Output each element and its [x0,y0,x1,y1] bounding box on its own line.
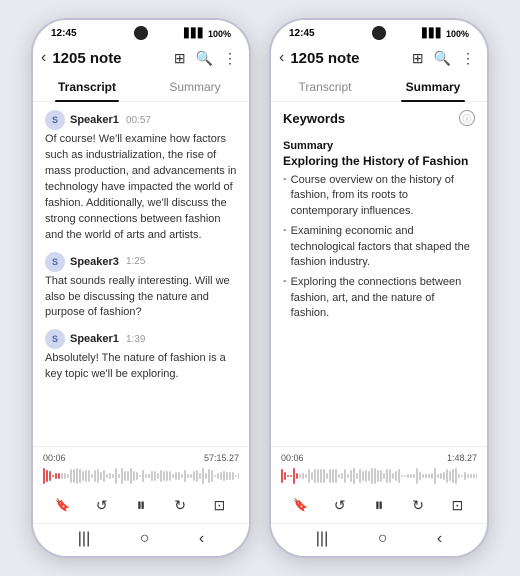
bullet-text-3: Exploring the connections between fashio… [291,275,475,321]
bookmark-button-right[interactable]: 🔖 [289,493,313,517]
back-button-right[interactable]: ‹ [279,49,284,67]
nav-home-right[interactable]: ○ [378,530,388,548]
bullet-dash-2: - [283,224,287,270]
search-icon-left[interactable]: 🔍 [196,50,213,67]
summary-bullet-3: - Exploring the connections between fash… [283,275,475,321]
nav-back-right[interactable]: ‹ [437,530,442,548]
page-title-left: 1205 note [52,50,174,67]
transcript-entry-3: S Speaker1 1:39 Absolutely! The nature o… [45,329,237,383]
tab-transcript-right[interactable]: Transcript [271,73,379,101]
summary-bullet-1: - Course overview on the history of fash… [283,173,475,219]
copy-icon-right[interactable]: ⊞ [412,50,424,67]
summary-section: Summary Exploring the History of Fashion… [283,140,475,438]
tab-summary-left[interactable]: Summary [141,73,249,101]
avatar-speaker1-1: S [45,110,65,130]
speaker-name-3: Speaker1 [70,333,119,345]
player-times-right: 00:06 1:48.27 [281,453,477,463]
page-title-right: 1205 note [290,50,412,67]
phone-left: 12:45 ▋▋▋ 100% ‹ 1205 note ⊞ 🔍 ⋮ Transcr… [31,18,251,558]
transcript-text-3: Absolutely! The nature of fashion is a k… [45,351,237,383]
speaker-name-2: Speaker3 [70,256,119,268]
summary-title: Summary [283,140,475,152]
rewind-button-right[interactable]: ↺ [328,493,352,517]
bullet-text-2: Examining economic and technological fac… [291,224,475,270]
nav-bar-left: ||| ○ ‹ [33,523,249,556]
tabs-left: Transcript Summary [33,73,249,102]
nav-bar-right: ||| ○ ‹ [271,523,487,556]
signal-icon-left: ▋▋▋ [184,28,205,39]
bookmark-button-left[interactable]: 🔖 [51,493,75,517]
nav-home-left[interactable]: ○ [140,530,150,548]
transcript-entry-2: S Speaker3 1:25 That sounds really inter… [45,252,237,322]
speaker-time-2: 1:25 [126,256,145,267]
avatar-speaker3: S [45,252,65,272]
player-bar-right: 00:06 1:48.27 🔖 ↺ ⏸ ↻ ⊡ [271,446,487,523]
speaker-line-1: S Speaker1 00:57 [45,110,237,130]
network-right: 100% [446,29,469,39]
avatar-speaker1-2: S [45,329,65,349]
speaker-name-1: Speaker1 [70,114,119,126]
nav-apps-left[interactable]: ||| [78,530,90,548]
notch-right [372,26,386,40]
copy-icon-left[interactable]: ⊞ [174,50,186,67]
search-icon-right[interactable]: 🔍 [434,50,451,67]
summary-heading: Exploring the History of Fashion [283,154,475,168]
total-time-right: 1:48.27 [447,453,477,463]
speaker-time-1: 00:57 [126,115,151,126]
keywords-row: Keywords ⓘ [283,110,475,126]
summary-content-right: Keywords ⓘ Summary Exploring the History… [271,102,487,446]
forward-button-right[interactable]: ↻ [406,493,430,517]
player-controls-left: 🔖 ↺ ⏸ ↻ ⊡ [43,491,239,519]
nav-back-left[interactable]: ‹ [199,530,204,548]
save-button-right[interactable]: ⊡ [445,493,469,517]
tab-transcript-left[interactable]: Transcript [33,73,141,101]
back-button-left[interactable]: ‹ [41,49,46,67]
more-icon-left[interactable]: ⋮ [223,50,237,67]
info-icon[interactable]: ⓘ [459,110,475,126]
nav-apps-right[interactable]: ||| [316,530,328,548]
bullet-text-1: Course overview on the history of fashio… [291,173,475,219]
total-time-left: 57:15.27 [204,453,239,463]
rewind-button-left[interactable]: ↺ [90,493,114,517]
summary-bullet-2: - Examining economic and technological f… [283,224,475,270]
notch-left [134,26,148,40]
bullet-dash-3: - [283,275,287,321]
status-icons-right: ▋▋▋ 100% [422,28,469,39]
speaker-line-3: S Speaker1 1:39 [45,329,237,349]
status-icons-left: ▋▋▋ 100% [184,28,231,39]
tabs-right: Transcript Summary [271,73,487,102]
phone-right: 12:45 ▋▋▋ 100% ‹ 1205 note ⊞ 🔍 ⋮ Transcr… [269,18,489,558]
save-button-left[interactable]: ⊡ [207,493,231,517]
current-time-left: 00:06 [43,453,66,463]
header-left: ‹ 1205 note ⊞ 🔍 ⋮ [33,43,249,73]
player-bar-left: 00:06 57:15.27 🔖 ↺ ⏸ ↻ ⊡ [33,446,249,523]
header-right: ‹ 1205 note ⊞ 🔍 ⋮ [271,43,487,73]
transcript-text-2: That sounds really interesting. Will we … [45,274,237,322]
player-times-left: 00:06 57:15.27 [43,453,239,463]
transcript-content-left: S Speaker1 00:57 Of course! We'll examin… [33,102,249,446]
status-time-left: 12:45 [51,28,77,39]
pause-button-left[interactable]: ⏸ [129,493,153,517]
transcript-entry-1: S Speaker1 00:57 Of course! We'll examin… [45,110,237,244]
status-time-right: 12:45 [289,28,315,39]
player-controls-right: 🔖 ↺ ⏸ ↻ ⊡ [281,491,477,519]
forward-button-left[interactable]: ↻ [168,493,192,517]
waveform-left[interactable] [43,465,239,487]
speaker-line-2: S Speaker3 1:25 [45,252,237,272]
network-left: 100% [208,29,231,39]
speaker-time-3: 1:39 [126,334,145,345]
keywords-label: Keywords [283,111,345,126]
header-actions-right: ⊞ 🔍 ⋮ [412,50,475,67]
header-actions-left: ⊞ 🔍 ⋮ [174,50,237,67]
pause-button-right[interactable]: ⏸ [367,493,391,517]
current-time-right: 00:06 [281,453,304,463]
signal-icon-right: ▋▋▋ [422,28,443,39]
tab-summary-right[interactable]: Summary [379,73,487,101]
bullet-dash-1: - [283,173,287,219]
more-icon-right[interactable]: ⋮ [461,50,475,67]
transcript-text-1: Of course! We'll examine how factors suc… [45,132,237,244]
waveform-right[interactable] [281,465,477,487]
